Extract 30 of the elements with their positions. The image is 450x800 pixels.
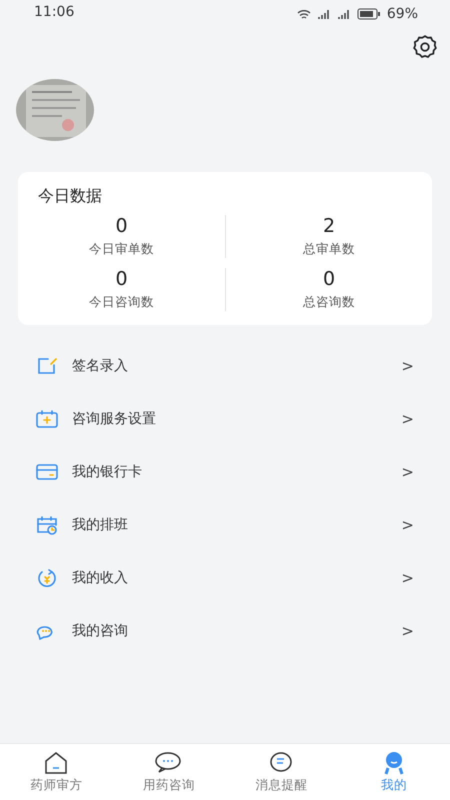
card-icon bbox=[36, 462, 58, 482]
menu-item[interactable]: 我的收入 > bbox=[0, 551, 450, 604]
settings-icon[interactable] bbox=[412, 34, 438, 60]
stat-label: 今日咨询数 bbox=[89, 294, 154, 311]
menu-item[interactable]: 咨询服务设置 > bbox=[0, 392, 450, 445]
battery-icon bbox=[356, 8, 381, 20]
stat-value: 0 bbox=[322, 268, 336, 290]
menu-item[interactable]: 我的排班 > bbox=[0, 498, 450, 551]
stat-value: 0 bbox=[115, 268, 128, 290]
wifi-icon bbox=[296, 8, 311, 20]
stat-label: 总咨询数 bbox=[303, 294, 355, 311]
menu-item[interactable]: 我的银行卡 > bbox=[0, 445, 450, 498]
status-time: 11:06 bbox=[34, 4, 74, 22]
stat-label: 今日审单数 bbox=[89, 241, 154, 258]
tab[interactable]: 用药咨询 bbox=[112, 744, 225, 800]
tab[interactable]: 药师审方 bbox=[0, 744, 112, 800]
stat-value: 2 bbox=[322, 215, 336, 237]
battery-level: 69% bbox=[386, 6, 418, 22]
tab[interactable]: 消息提醒 bbox=[225, 744, 338, 800]
signal-icon bbox=[336, 8, 351, 20]
income-icon bbox=[36, 568, 58, 588]
menu-item[interactable]: 我的咨询 > bbox=[0, 604, 450, 657]
stat-value: 0 bbox=[115, 215, 128, 237]
calendar-plus-icon bbox=[36, 408, 58, 428]
edit-icon bbox=[36, 356, 58, 376]
card-title: 今日数据 bbox=[37, 186, 103, 207]
signal-icon bbox=[316, 8, 331, 20]
stat-label: 总审单数 bbox=[303, 241, 355, 258]
calendar-clock-icon bbox=[36, 514, 58, 534]
menu-item[interactable]: 签名录入 > bbox=[0, 339, 450, 392]
